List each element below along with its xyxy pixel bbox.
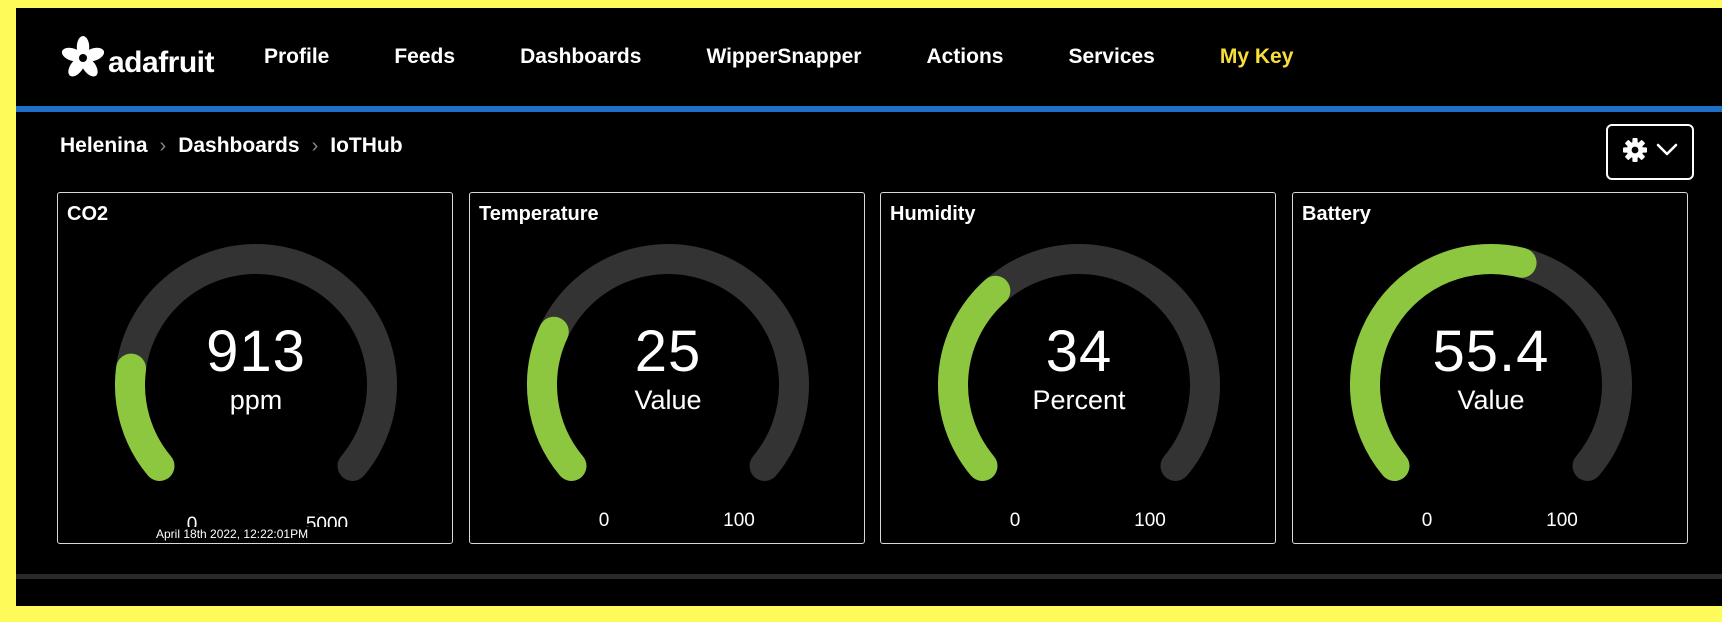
nav-item-feeds[interactable]: Feeds [394, 45, 455, 69]
nav-item-actions[interactable]: Actions [926, 45, 1003, 69]
breadcrumb-dashboards[interactable]: Dashboards [178, 134, 299, 158]
gauge-panel-battery[interactable]: Battery 55.4 Value 0 100 [1292, 192, 1688, 544]
gauge-fill [115, 353, 175, 481]
gear-icon [1622, 137, 1648, 168]
breadcrumb-current-dashboard[interactable]: IoTHub [330, 134, 402, 158]
dashboard-settings-button[interactable] [1606, 124, 1694, 180]
nav-divider-bar [16, 106, 1722, 112]
nav-item-dashboards[interactable]: Dashboards [520, 45, 641, 69]
nav-item-services[interactable]: Services [1068, 45, 1154, 69]
gauge-value: 25 [634, 319, 702, 384]
gauge-unit: Value [1457, 385, 1525, 415]
gauge-panel-temperature[interactable]: Temperature 25 Value 0 100 [469, 192, 865, 544]
nav-item-my-key[interactable]: My Key [1220, 45, 1294, 69]
gauge-value: 913 [206, 319, 306, 384]
gauge-min-label: 0 [1009, 510, 1021, 531]
gauge-panel-co2[interactable]: CO2 913 ppm 0 5000 April 18th 2022, 12:2… [57, 192, 453, 544]
gauge-unit: ppm [229, 385, 283, 415]
gauge-min-label: 0 [598, 510, 610, 531]
gauge-unit: Percent [1032, 385, 1126, 415]
chevron-down-icon [1656, 143, 1678, 162]
last-updated-timestamp: April 18th 2022, 12:22:01PM [156, 527, 309, 541]
breadcrumb-separator-icon: › [159, 134, 167, 157]
gauge-unit: Value [634, 385, 702, 415]
gauge-value: 55.4 [1432, 319, 1550, 384]
brand-logo[interactable]: adafruit [60, 30, 215, 86]
gauge-panel-humidity[interactable]: Humidity 34 Percent 0 100 [880, 192, 1276, 544]
gauge-value: 34 [1045, 319, 1113, 384]
nav-item-profile[interactable]: Profile [264, 45, 329, 69]
nav-menu: Profile Feeds Dashboards WipperSnapper A… [264, 8, 1358, 106]
nav-item-wippersnapper[interactable]: WipperSnapper [706, 45, 861, 69]
gauge-max-label: 100 [1546, 510, 1578, 531]
breadcrumb: Helenina › Dashboards › IoTHub [60, 134, 403, 158]
top-navigation: adafruit Profile Feeds Dashboards Wipper… [16, 8, 1722, 106]
gauge-max-label: 100 [723, 510, 755, 531]
gauge-min-label: 0 [1421, 510, 1433, 531]
gauge-min-label: 0 [186, 515, 198, 527]
brand-name: adafruit [108, 46, 215, 79]
app-window: adafruit Profile Feeds Dashboards Wipper… [16, 8, 1722, 606]
adafruit-flower-icon [60, 35, 106, 81]
breadcrumb-separator-icon: › [311, 134, 319, 157]
gauge-max-label: 5000 [305, 515, 349, 527]
gauge-max-label: 100 [1134, 510, 1166, 531]
breadcrumb-user[interactable]: Helenina [60, 134, 148, 158]
bottom-divider [16, 574, 1722, 579]
